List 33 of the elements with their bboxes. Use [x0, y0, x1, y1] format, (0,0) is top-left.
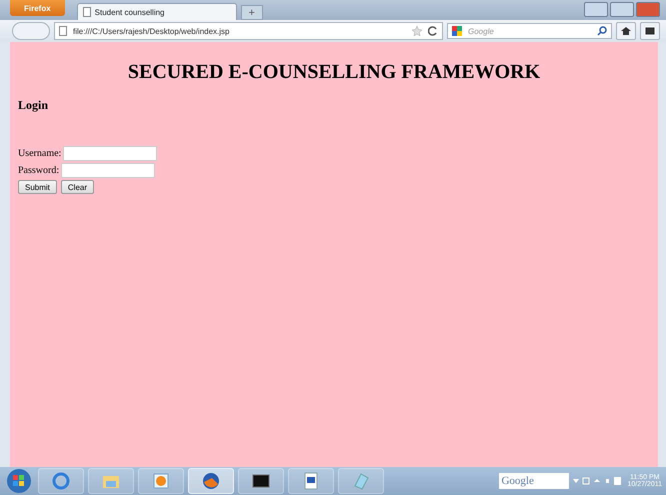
search-bar[interactable]: Google [447, 23, 612, 39]
globe-icon [202, 472, 220, 490]
star-icon[interactable] [412, 26, 422, 36]
minimize-button[interactable] [584, 2, 608, 17]
page-heading: SECURED E-COUNSELLING FRAMEWORK [126, 61, 542, 84]
notepad-icon [352, 472, 370, 490]
home-icon [621, 26, 631, 36]
bookmarks-button[interactable] [640, 22, 660, 40]
field-label: Password: [18, 165, 60, 176]
maximize-button[interactable] [610, 2, 634, 17]
home-button[interactable] [616, 22, 636, 40]
page-icon [82, 7, 91, 17]
bookmark-icon [645, 26, 655, 36]
new-tab-button[interactable]: + [240, 5, 263, 20]
search-input[interactable]: Google [468, 26, 593, 36]
browser-tab[interactable]: Student counselling [76, 3, 237, 20]
document-icon [302, 472, 320, 490]
form-button[interactable]: Clear [60, 180, 94, 194]
start-button[interactable] [4, 468, 34, 494]
login-heading: Login [18, 98, 50, 113]
search-icon[interactable] [597, 26, 607, 36]
input-field[interactable] [63, 146, 158, 161]
field-label: Username: [18, 148, 62, 159]
media-player-icon [152, 472, 170, 490]
input-field[interactable] [61, 163, 156, 178]
tray-icons[interactable] [573, 476, 622, 486]
address-bar[interactable]: file:///C:/Users/rajesh/Desktop/web/index.jsp [54, 22, 443, 40]
search-engine-icon[interactable] [452, 26, 464, 36]
reload-icon[interactable] [428, 26, 438, 36]
form-button[interactable]: Submit [18, 180, 57, 194]
terminal-icon [252, 472, 270, 490]
page-icon [59, 26, 67, 36]
google-search-box[interactable]: Google [499, 473, 570, 489]
